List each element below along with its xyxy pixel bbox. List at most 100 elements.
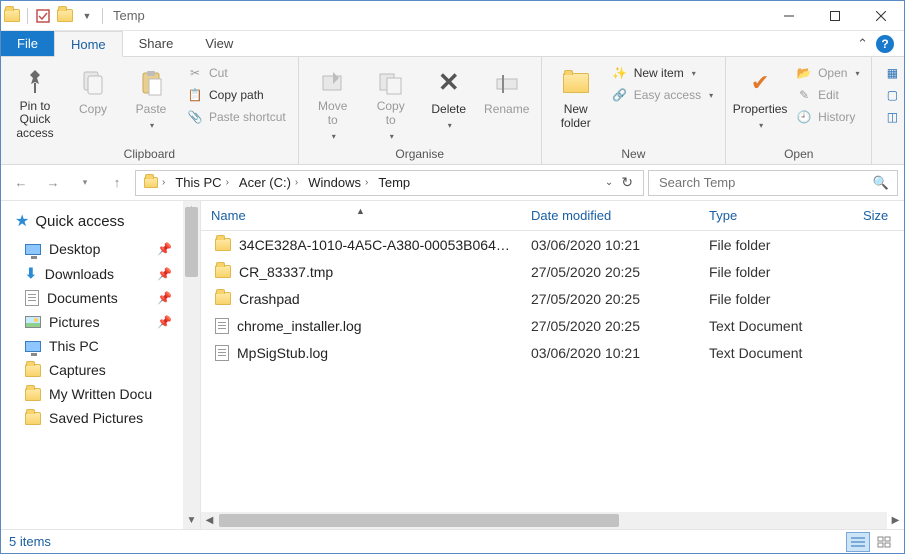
quick-access-header[interactable]: ★ Quick access bbox=[1, 211, 200, 231]
qat-properties-icon[interactable] bbox=[32, 5, 54, 27]
search-icon[interactable]: 🔍 bbox=[873, 175, 889, 191]
qat-dropdown[interactable]: ▼ bbox=[76, 5, 98, 27]
details-view-button[interactable] bbox=[846, 532, 870, 552]
address-dropdown-icon[interactable]: ⌄ bbox=[605, 177, 613, 188]
file-list: ▲Name Date modified Type Size 34CE328A-1… bbox=[201, 201, 904, 529]
column-date[interactable]: Date modified bbox=[521, 208, 699, 223]
folder-icon bbox=[215, 265, 231, 278]
large-icons-view-button[interactable] bbox=[872, 532, 896, 552]
breadcrumb-seg-0[interactable]: This PC› bbox=[171, 175, 233, 190]
pin-icon: 📌 bbox=[157, 291, 172, 305]
navpane-item-label: This PC bbox=[49, 338, 99, 354]
tab-home[interactable]: Home bbox=[54, 31, 123, 57]
breadcrumb-seg-1[interactable]: Acer (C:)› bbox=[235, 175, 302, 190]
back-button[interactable]: ← bbox=[7, 169, 35, 197]
rename-icon bbox=[491, 67, 523, 99]
invert-selection-button[interactable]: ◫Invert selection bbox=[878, 107, 905, 127]
breadcrumb-seg-2[interactable]: Windows› bbox=[304, 175, 372, 190]
recent-locations-dropdown[interactable]: ▾ bbox=[71, 169, 99, 197]
titlebar: ▼ Temp bbox=[1, 1, 904, 31]
properties-icon: ✔ bbox=[744, 67, 776, 99]
ribbon: Pin to Quick access Copy Paste ▾ ✂Cut 📋C… bbox=[1, 57, 904, 165]
navpane-item[interactable]: Captures bbox=[1, 358, 200, 382]
group-clipboard: Pin to Quick access Copy Paste ▾ ✂Cut 📋C… bbox=[1, 57, 299, 164]
cut-button[interactable]: ✂Cut bbox=[181, 63, 292, 83]
search-input[interactable] bbox=[657, 174, 873, 191]
navpane-item[interactable]: My Written Docu bbox=[1, 382, 200, 406]
search-box[interactable]: 🔍 bbox=[648, 170, 898, 196]
scroll-down-icon[interactable]: ▼ bbox=[183, 512, 200, 529]
pin-label: Pin to Quick access bbox=[7, 100, 63, 141]
refresh-button[interactable]: ↻ bbox=[621, 174, 633, 191]
file-name-cell: CR_83337.tmp bbox=[201, 264, 521, 280]
delete-button[interactable]: ✕ Delete▾ bbox=[421, 61, 477, 141]
navpane-item-label: Documents bbox=[47, 290, 118, 306]
monitor-icon bbox=[25, 341, 41, 352]
table-row[interactable]: Crashpad27/05/2020 20:25File folder bbox=[201, 285, 904, 312]
forward-button[interactable]: → bbox=[39, 169, 67, 197]
navpane-item[interactable]: This PC bbox=[1, 334, 200, 358]
copy-icon bbox=[77, 67, 109, 99]
navpane-item[interactable]: Documents 📌 bbox=[1, 286, 200, 310]
file-type: File folder bbox=[699, 291, 853, 307]
sort-asc-icon: ▲ bbox=[356, 206, 365, 216]
navpane-item[interactable]: Saved Pictures bbox=[1, 406, 200, 430]
file-type: Text Document bbox=[699, 318, 853, 334]
scroll-left-icon[interactable]: ◀ bbox=[201, 512, 218, 529]
column-size[interactable]: Size bbox=[853, 208, 904, 223]
table-row[interactable]: chrome_installer.log27/05/2020 20:25Text… bbox=[201, 312, 904, 339]
new-folder-button[interactable]: New folder bbox=[548, 61, 604, 141]
ribbon-collapse-icon[interactable]: ⌃ bbox=[857, 36, 868, 52]
new-item-button[interactable]: ✨New item▾ bbox=[606, 63, 719, 83]
easy-access-button[interactable]: 🔗Easy access▾ bbox=[606, 85, 719, 105]
status-item-count: 5 items bbox=[9, 534, 51, 549]
open-button[interactable]: 📂Open▾ bbox=[790, 63, 865, 83]
select-all-button[interactable]: ▦Select all bbox=[878, 63, 905, 83]
scroll-right-icon[interactable]: ▶ bbox=[887, 512, 904, 529]
column-name[interactable]: ▲Name bbox=[201, 208, 521, 223]
up-button[interactable]: ↑ bbox=[103, 169, 131, 197]
paste-shortcut-button[interactable]: 📎Paste shortcut bbox=[181, 107, 292, 127]
navpane-item[interactable]: Desktop📌 bbox=[1, 237, 200, 261]
main-area: ★ Quick access Desktop📌⬇Downloads📌Docume… bbox=[1, 201, 904, 529]
rename-button[interactable]: Rename bbox=[479, 61, 535, 141]
hscroll-thumb[interactable] bbox=[219, 514, 619, 527]
maximize-button[interactable] bbox=[812, 1, 858, 31]
tab-view[interactable]: View bbox=[189, 31, 249, 56]
help-icon[interactable]: ? bbox=[876, 35, 894, 53]
paste-label: Paste bbox=[136, 103, 167, 117]
breadcrumb-seg-3[interactable]: Temp bbox=[374, 175, 414, 190]
paste-dropdown-icon[interactable]: ▾ bbox=[150, 121, 154, 130]
group-new: New folder ✨New item▾ 🔗Easy access▾ New bbox=[542, 57, 726, 164]
horizontal-scrollbar[interactable]: ◀ ▶ bbox=[201, 512, 887, 529]
navpane-item[interactable]: Pictures📌 bbox=[1, 310, 200, 334]
table-row[interactable]: CR_83337.tmp27/05/2020 20:25File folder bbox=[201, 258, 904, 285]
edit-button[interactable]: ✎Edit bbox=[790, 85, 865, 105]
table-row[interactable]: MpSigStub.log03/06/2020 10:21Text Docume… bbox=[201, 339, 904, 366]
copy-button[interactable]: Copy bbox=[65, 61, 121, 141]
file-name-cell: Crashpad bbox=[201, 291, 521, 307]
group-organise-label: Organise bbox=[395, 145, 444, 164]
navpane-scroll-thumb[interactable] bbox=[185, 207, 198, 277]
move-to-button[interactable]: Move to▾ bbox=[305, 61, 361, 141]
copy-path-button[interactable]: 📋Copy path bbox=[181, 85, 292, 105]
paste-button[interactable]: Paste ▾ bbox=[123, 61, 179, 141]
breadcrumb-root[interactable]: › bbox=[140, 177, 169, 188]
address-bar[interactable]: › This PC› Acer (C:)› Windows› Temp ⌄ ↻ bbox=[135, 170, 644, 196]
navpane-item[interactable]: ⬇Downloads📌 bbox=[1, 261, 200, 286]
invert-selection-icon: ◫ bbox=[884, 109, 900, 125]
navpane-scrollbar[interactable]: ▲ ▼ bbox=[183, 201, 200, 529]
select-none-button[interactable]: ▢Select none bbox=[878, 85, 905, 105]
folder-icon bbox=[25, 364, 41, 377]
history-button[interactable]: 🕘History bbox=[790, 107, 865, 127]
tab-file[interactable]: File bbox=[1, 31, 54, 56]
qat-newfolder-icon[interactable] bbox=[54, 5, 76, 27]
properties-button[interactable]: ✔ Properties▾ bbox=[732, 61, 788, 141]
copy-to-button[interactable]: Copy to▾ bbox=[363, 61, 419, 141]
column-type[interactable]: Type bbox=[699, 208, 853, 223]
table-row[interactable]: 34CE328A-1010-4A5C-A380-00053B064…03/06/… bbox=[201, 231, 904, 258]
pin-to-quick-access-button[interactable]: Pin to Quick access bbox=[7, 61, 63, 141]
close-button[interactable] bbox=[858, 1, 904, 31]
tab-share[interactable]: Share bbox=[123, 31, 190, 56]
minimize-button[interactable] bbox=[766, 1, 812, 31]
